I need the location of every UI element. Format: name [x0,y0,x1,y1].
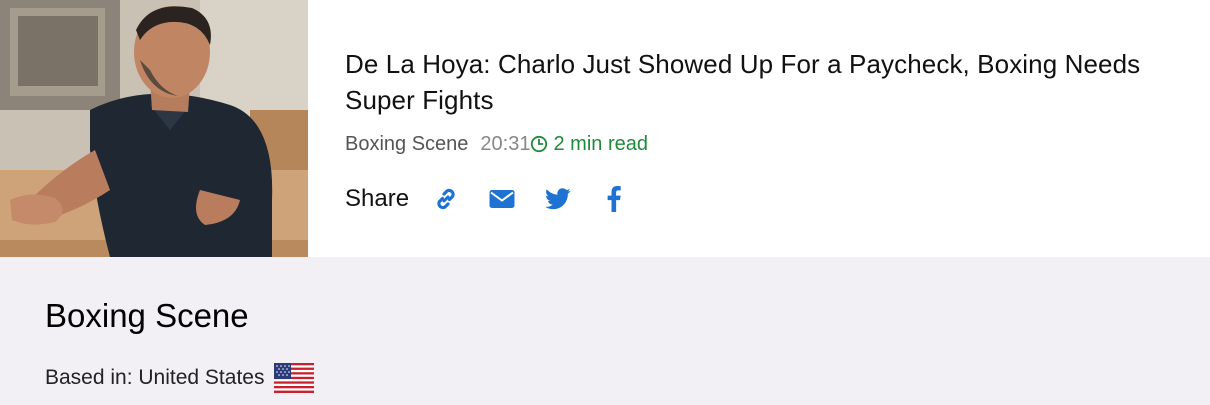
article-meta: Boxing Scene 20:31 2 min read [345,130,1195,158]
copy-link-button[interactable] [431,184,461,214]
source-panel: Boxing Scene Based in: United States [0,257,1210,405]
twitter-share-button[interactable] [543,184,573,214]
envelope-icon [489,190,515,208]
article-headline[interactable]: De La Hoya: Charlo Just Showed Up For a … [345,46,1195,118]
article-source[interactable]: Boxing Scene [345,130,468,158]
clock-icon [530,135,548,153]
article-info: De La Hoya: Charlo Just Showed Up For a … [345,46,1195,214]
us-flag-icon [274,363,315,393]
article-time: 20:31 [480,133,531,155]
based-in-row: Based in: United States [45,363,315,393]
read-time-label: 2 min read [553,133,648,155]
facebook-icon [607,186,621,212]
share-bar: Share [345,184,1195,214]
link-icon [437,188,455,210]
facebook-share-button[interactable] [599,184,629,214]
email-share-button[interactable] [487,184,517,214]
read-time: 2 min read [530,130,648,158]
source-name[interactable]: Boxing Scene [45,297,249,335]
article-card: De La Hoya: Charlo Just Showed Up For a … [0,0,1210,257]
article-photo-image [0,0,308,257]
twitter-icon [545,188,571,210]
article-photo[interactable] [0,0,308,257]
based-in-label: Based in: United States [45,366,265,389]
share-label: Share [345,185,410,212]
